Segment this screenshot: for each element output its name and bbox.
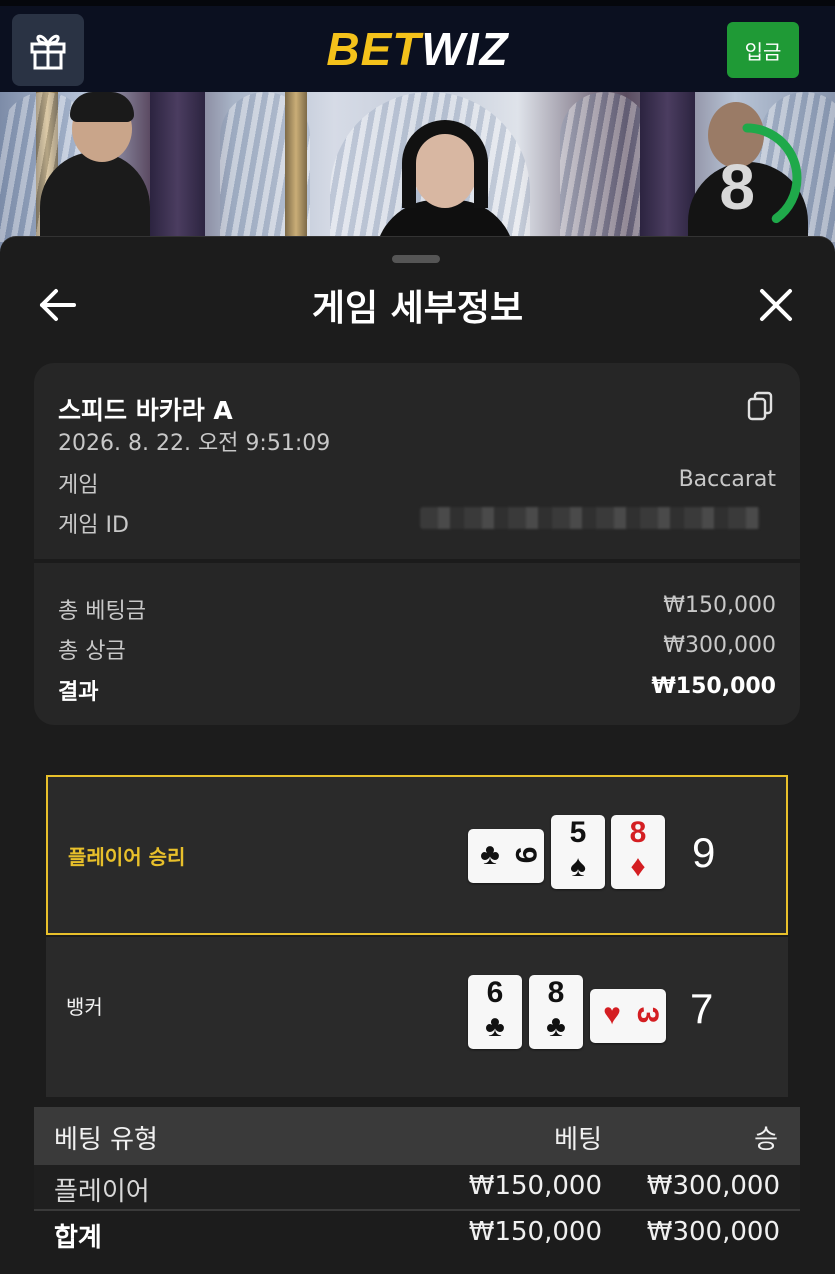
game-name: 스피드 바카라 A [58,396,233,425]
total-label: 합계 [54,1223,102,1253]
close-icon[interactable] [756,285,796,325]
betwiz-logo[interactable]: BETWIZ [0,22,835,76]
total-win: ₩300,000 [646,1217,780,1247]
player-card-3: 8 ♦ [611,815,665,889]
copy-icon[interactable] [746,391,774,421]
heart-icon: ♥ [603,998,621,1031]
total-prize-value: ₩300,000 [663,633,776,658]
table-row: 플레이어 ₩150,000 ₩300,000 [34,1165,800,1211]
video-curtain [150,92,205,252]
video-curtain [640,92,695,252]
total-bet-value: ₩150,000 [663,593,776,618]
game-details-sheet: 게임 세부정보 스피드 바카라 A 2026. 8. 22. 오전 9:51:0… [0,236,835,1274]
game-label: 게임 [58,473,99,498]
banker-score: 7 [690,985,714,1032]
logo-bet: BET [326,23,422,75]
deposit-button[interactable]: 입금 [727,22,799,78]
header-bet-type: 베팅 유형 [54,1125,158,1155]
player-card-1: 9 ♣ [468,829,544,883]
logo-wiz: WIZ [421,23,509,75]
game-id-label: 게임 ID [58,513,129,538]
club-icon: ♣ [485,1010,505,1043]
diamond-icon: ♦ [630,850,646,883]
banker-card-1: 6 ♣ [468,975,522,1049]
countdown-number: 8 [719,151,755,223]
player-card-2: 5 ♠ [551,815,605,889]
top-bar: BETWIZ 입금 [0,0,835,92]
sheet-title: 게임 세부정보 [311,288,524,329]
row-win: ₩300,000 [646,1171,780,1201]
game-datetime: 2026. 8. 22. 오전 9:51:09 [58,431,331,456]
row-bet-type: 플레이어 [54,1177,150,1207]
table-total-row: 합계 ₩150,000 ₩300,000 [34,1209,800,1255]
header-win: 승 [754,1125,778,1155]
banker-card-2: 8 ♣ [529,975,583,1049]
club-icon: ♣ [480,838,500,871]
banker-result-panel: 뱅커 6 ♣ 8 ♣ 3 ♥ 7 [46,937,788,1097]
total-prize-label: 총 상금 [58,639,126,664]
row-bet: ₩150,000 [468,1171,602,1201]
card-rank: 9 [509,846,542,864]
game-id-redacted [420,507,760,529]
banker-label: 뱅커 [66,995,103,1019]
result-value: ₩150,000 [651,674,776,699]
player-result-panel: 플레이어 승리 9 ♣ 5 ♠ 8 ♦ 9 [46,775,788,935]
card-rank: 6 [486,976,504,1009]
game-value: Baccarat [678,467,776,492]
banker-card-3: 3 ♥ [590,989,666,1043]
dealer-left-hair [70,92,134,122]
card-rank: 5 [569,816,587,849]
result-label: 결과 [58,680,99,705]
club-icon: ♣ [546,1010,566,1043]
card-rank: 3 [631,1006,664,1024]
header-bet: 베팅 [554,1125,602,1155]
table-header: 베팅 유형 베팅 승 [34,1107,800,1165]
spade-icon: ♠ [570,850,586,883]
total-bet: ₩150,000 [468,1217,602,1247]
card-divider [34,559,800,563]
total-bet-label: 총 베팅금 [58,599,146,624]
video-fan-decor [560,92,650,242]
card-rank: 8 [547,976,565,1009]
game-details-screen: BETWIZ 입금 8 게임 세부정보 스피드 바카라 A 2026. 8. 2… [0,0,835,1274]
video-pillar [285,92,307,252]
game-info-card: 스피드 바카라 A 2026. 8. 22. 오전 9:51:09 게임 Bac… [34,363,800,725]
player-win-label: 플레이어 승리 [68,845,186,869]
sheet-drag-handle[interactable] [392,255,440,263]
player-score: 9 [692,829,716,876]
dealer-center-hair [402,120,488,208]
card-rank: 8 [629,816,647,849]
